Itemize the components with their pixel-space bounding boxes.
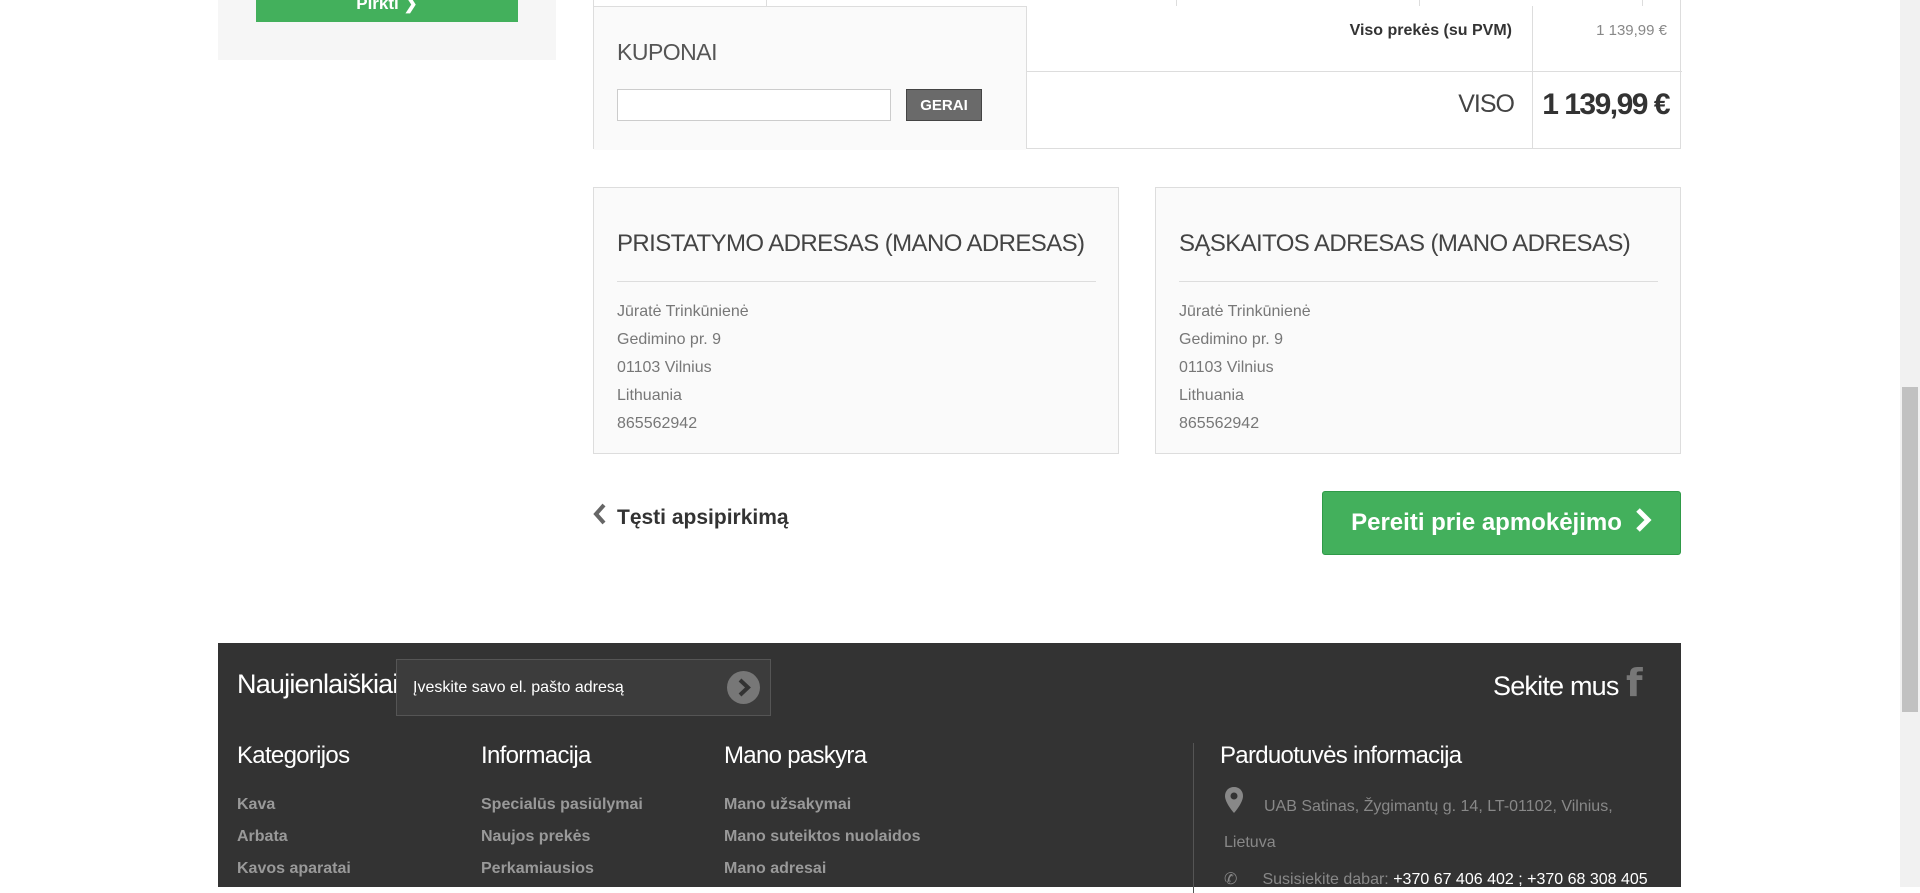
footer-link-bestsellers[interactable]: Perkamiausios [481, 853, 643, 885]
billing-address-box: SĄSKAITOS ADRESAS (MANO ADRESAS) Jūratė … [1155, 187, 1681, 454]
table-divider [1419, 0, 1420, 6]
divider [1179, 281, 1658, 282]
newsletter-email-input[interactable]: Įveskite savo el. pašto adresą [396, 659, 771, 716]
footer-link-specials[interactable]: Specialūs pasiūlymai [481, 789, 643, 821]
subtotal-label: Viso prekės (su PVM) [1349, 22, 1512, 39]
footer-divider [1193, 743, 1194, 893]
coupon-apply-button[interactable]: GERAI [906, 89, 982, 121]
continue-shopping-link[interactable]: Tęsti apsipirkimą [593, 503, 789, 532]
coupon-title: KUPONAI [617, 39, 718, 65]
phone-icon: ✆ [1224, 871, 1238, 888]
divider [617, 281, 1096, 282]
information-title: Informacija [481, 742, 591, 769]
coupon-input[interactable] [617, 89, 891, 121]
scrollbar-thumb[interactable] [1902, 387, 1918, 712]
cart-summary-table: KUPONAI GERAI Viso prekės (su PVM) 1 139… [593, 0, 1682, 150]
chevron-left-icon [593, 503, 607, 532]
total-label: VISO [1458, 90, 1515, 118]
row-divider [1026, 71, 1682, 72]
address-name: Jūratė Trinkūnienė [1179, 303, 1311, 320]
follow-us-title: Sekite mus [1493, 671, 1619, 701]
address-country: Lithuania [1179, 387, 1244, 404]
chevron-right-icon [1634, 507, 1652, 540]
store-phone: ✆ Susisiekite dabar: +370 67 406 402 ; +… [1224, 869, 1648, 889]
address-street: Gedimino pr. 9 [1179, 331, 1284, 348]
subtotal-value: 1 139,99 € [1596, 22, 1667, 39]
billing-address-lines: Jūratė Trinkūnienė Gedimino pr. 9 01103 … [1179, 298, 1311, 438]
facebook-icon[interactable]: f [1626, 661, 1643, 705]
footer-link-new-products[interactable]: Naujos prekės [481, 821, 643, 853]
billing-address-title: SĄSKAITOS ADRESAS (MANO ADRESAS) [1179, 230, 1631, 257]
footer-link-kava[interactable]: Kava [237, 789, 351, 821]
buy-button[interactable]: Pirkti ❯ [256, 0, 518, 22]
address-name: Jūratė Trinkūnienė [617, 303, 749, 320]
store-info-title: Parduotuvės informacija [1220, 742, 1462, 769]
categories-title: Kategorijos [237, 742, 350, 769]
categories-links: Kava Arbata Kavos aparatai [237, 789, 351, 885]
footer: Naujienlaiškiai Įveskite savo el. pašto … [218, 643, 1681, 893]
account-title: Mano paskyra [724, 742, 867, 769]
store-address: UAB Satinas, Žygimantų g. 14, LT-01102, … [1224, 789, 1644, 861]
account-links: Mano užsakymai Mano suteiktos nuolaidos … [724, 789, 920, 885]
address-phone: 865562942 [617, 415, 698, 432]
checkout-label: Pereiti prie apmokėjimo [1351, 509, 1622, 536]
address-city: 01103 Vilnius [617, 359, 712, 376]
address-street: Gedimino pr. 9 [617, 331, 722, 348]
delivery-address-title: PRISTATYMO ADRESAS (MANO ADRESAS) [617, 230, 1085, 257]
footer-link-addresses[interactable]: Mano adresai [724, 853, 920, 885]
phone-label: Susisiekite dabar: [1262, 871, 1389, 888]
footer-link-kavos-aparatai[interactable]: Kavos aparatai [237, 853, 351, 885]
store-address-text: UAB Satinas, Žygimantų g. 14, LT-01102, … [1224, 798, 1613, 851]
continue-shopping-label: Tęsti apsipirkimą [617, 505, 789, 529]
total-value: 1 139,99 € [1542, 88, 1670, 121]
delivery-address-box: PRISTATYMO ADRESAS (MANO ADRESAS) Jūratė… [593, 187, 1119, 454]
table-divider [1176, 0, 1177, 6]
table-divider [1642, 0, 1643, 6]
footer-link-discounts[interactable]: Mano suteiktos nuolaidos [724, 821, 920, 853]
delivery-address-lines: Jūratė Trinkūnienė Gedimino pr. 9 01103 … [617, 298, 749, 438]
arrow-right-icon[interactable] [727, 671, 760, 704]
coupon-section: KUPONAI GERAI [594, 6, 1026, 150]
checkout-button[interactable]: Pereiti prie apmokėjimo [1322, 491, 1681, 555]
newsletter-placeholder: Įveskite savo el. pašto adresą [413, 679, 624, 696]
newsletter-title: Naujienlaiškiai [237, 669, 398, 699]
address-city: 01103 Vilnius [1179, 359, 1274, 376]
phone-numbers: +370 67 406 402 ; +370 68 308 405 [1393, 871, 1648, 888]
address-phone: 865562942 [1179, 415, 1260, 432]
footer-link-arbata[interactable]: Arbata [237, 821, 351, 853]
footer-link-orders[interactable]: Mano užsakymai [724, 789, 920, 821]
address-country: Lithuania [617, 387, 682, 404]
information-links: Specialūs pasiūlymai Naujos prekės Perka… [481, 789, 643, 885]
